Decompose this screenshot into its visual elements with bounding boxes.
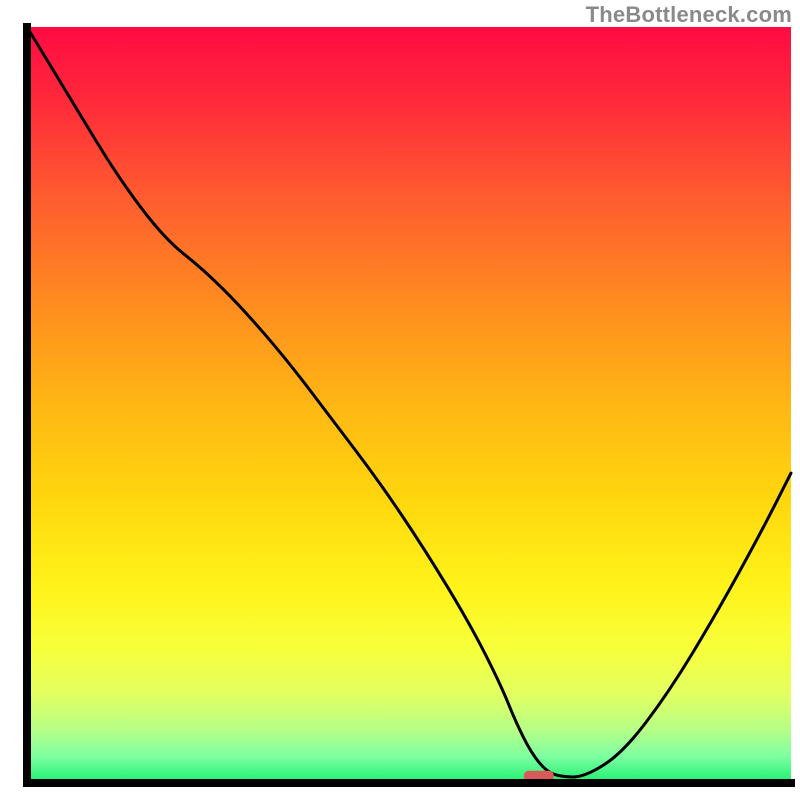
watermark-text: TheBottleneck.com <box>586 2 792 28</box>
heat-gradient-background <box>27 27 791 783</box>
bottleneck-chart <box>0 0 800 800</box>
